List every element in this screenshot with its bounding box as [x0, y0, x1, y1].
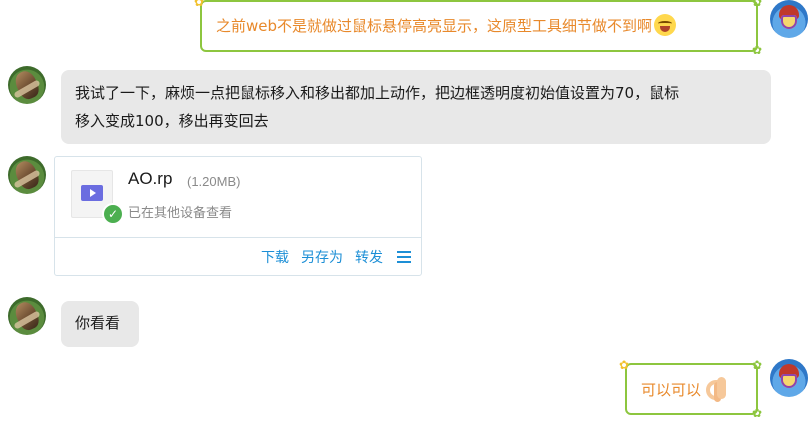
file-name[interactable]: AO.rp: [128, 169, 172, 189]
contact-avatar[interactable]: [8, 156, 46, 194]
message-text: 之前web不是就做过鼠标悬停高亮显示，这原型工具细节做不到啊: [216, 17, 653, 35]
forward-button[interactable]: 转发: [355, 247, 383, 267]
file-status: 已在其他设备查看: [128, 206, 233, 221]
message-bubble-self[interactable]: 可以可以 ✿ ✿ ✿: [619, 359, 762, 419]
contact-avatar[interactable]: [8, 297, 46, 335]
flower-decoration-icon: ✿: [194, 0, 205, 9]
self-avatar[interactable]: [770, 0, 808, 38]
file-card[interactable]: ✓ AO.rp (1.20MB) 已在其他设备查看 下载 另存为 转发: [54, 156, 422, 276]
flower-decoration-icon: ✿: [752, 43, 763, 57]
message-bubble-self[interactable]: 之前web不是就做过鼠标悬停高亮显示，这原型工具细节做不到啊 ✿ ✿ ✿: [194, 0, 762, 56]
flower-decoration-icon: ✿: [752, 406, 763, 420]
file-info: ✓ AO.rp (1.20MB) 已在其他设备查看: [55, 157, 421, 238]
message-text-line: 移入变成100，移出再变回去: [75, 112, 269, 130]
play-icon: [81, 185, 103, 201]
save-as-button[interactable]: 另存为: [301, 247, 343, 267]
self-avatar[interactable]: [770, 359, 808, 397]
message-bubble-other[interactable]: 我试了一下，麻烦一点把鼠标移入和移出都加上动作，把边框透明度初始值设置为70，鼠…: [61, 70, 771, 144]
file-actions: 下载 另存为 转发: [261, 247, 411, 267]
flower-decoration-icon: ✿: [752, 358, 763, 372]
message-bubble-other[interactable]: 你看看: [61, 301, 139, 347]
ok-hand-emoji-icon: [703, 375, 729, 401]
message-text: 可以可以: [641, 381, 702, 399]
menu-icon[interactable]: [397, 251, 411, 263]
crying-laughing-emoji-icon: [654, 14, 677, 36]
flower-decoration-icon: ✿: [752, 0, 763, 9]
message-text-line: 我试了一下，麻烦一点把鼠标移入和移出都加上动作，把边框透明度初始值设置为70，鼠…: [75, 84, 680, 102]
message-text: 你看看: [75, 314, 121, 332]
check-icon: ✓: [102, 203, 124, 225]
flower-decoration-icon: ✿: [619, 358, 630, 372]
file-size: (1.20MB): [187, 174, 241, 189]
contact-avatar[interactable]: [8, 66, 46, 104]
chat-window: 之前web不是就做过鼠标悬停高亮显示，这原型工具细节做不到啊 ✿ ✿ ✿ 我试了…: [0, 0, 812, 429]
download-button[interactable]: 下载: [261, 247, 289, 267]
